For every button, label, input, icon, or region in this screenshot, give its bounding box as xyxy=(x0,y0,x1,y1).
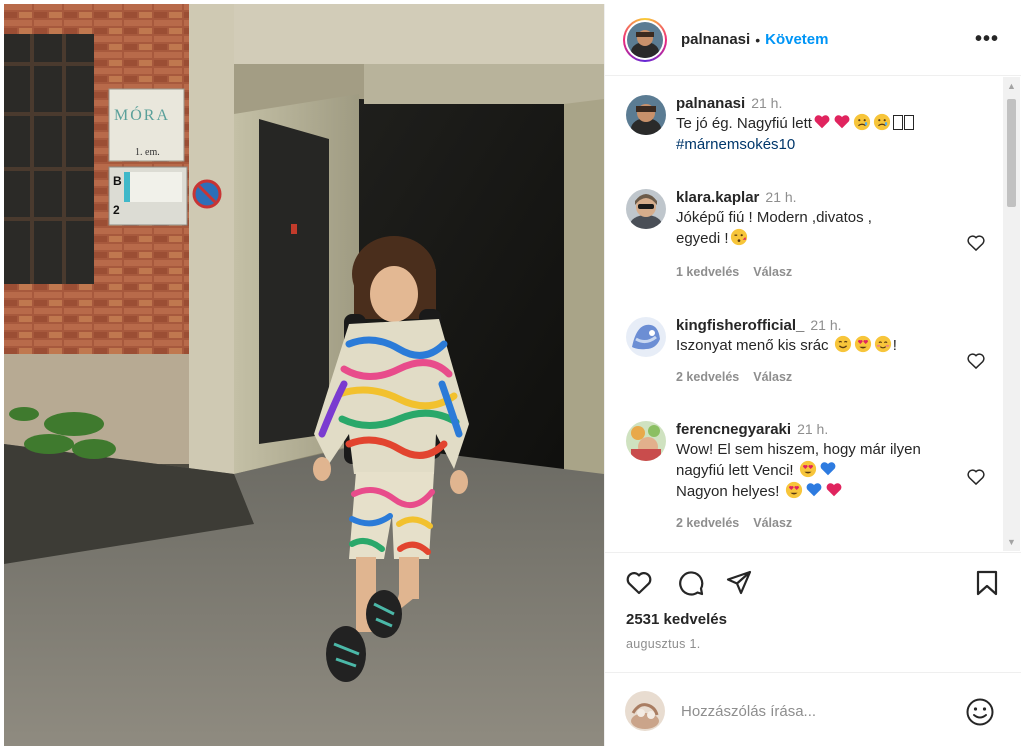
comment-likes[interactable]: 2 kedvelés xyxy=(676,370,739,384)
reply-button[interactable]: Válasz xyxy=(753,370,792,384)
unsupported-glyph xyxy=(903,115,914,130)
likes-count[interactable]: 2531 kedvelés xyxy=(626,611,727,628)
avatar[interactable] xyxy=(626,317,666,357)
blue-heart-icon xyxy=(820,462,836,476)
post-side-panel: palnanasi • Követem ••• palnanasi 21 h. xyxy=(604,4,1021,746)
red-heart-icon xyxy=(814,115,830,129)
red-heart-icon xyxy=(826,483,842,497)
post-modal: MÓRA 1. em. B 2 palnanasi • Követem ••• … xyxy=(0,0,1024,751)
comment-meta: 2 kedvelés Válasz xyxy=(676,370,986,384)
blush-face-icon xyxy=(874,335,891,353)
heart-icon[interactable] xyxy=(966,467,986,487)
heart-icon[interactable] xyxy=(625,569,653,597)
comments-scrollbar[interactable]: ▲ ▼ xyxy=(1003,77,1020,551)
comment-time[interactable]: 21 h. xyxy=(751,95,782,111)
add-comment-bar xyxy=(605,672,1021,746)
comment-time[interactable]: 21 h. xyxy=(797,421,828,437)
comments-list[interactable]: palnanasi 21 h. Te jó ég. Nagyfiú lett #m… xyxy=(605,77,1021,551)
heart-eyes-face-icon xyxy=(799,460,816,478)
kissing-face-icon xyxy=(730,228,747,246)
sign-floor: 1. em. xyxy=(135,147,160,158)
comment-suffix: ! xyxy=(892,337,897,354)
comment-username[interactable]: ferencnegyaraki xyxy=(676,421,791,438)
post-date[interactable]: augusztus 1. xyxy=(626,637,700,651)
more-options-icon[interactable]: ••• xyxy=(975,28,999,51)
comment-text-line: Iszonyat menő kis srác ! xyxy=(676,335,986,356)
sign-mora: MÓRA xyxy=(114,105,170,124)
avatar-image xyxy=(627,21,663,58)
sign-b: B xyxy=(113,174,122,188)
comment-item: klara.kaplar 21 h. Jóképű fiú ! Modern ,d… xyxy=(626,189,986,279)
comment-username[interactable]: kingfisherofficial_ xyxy=(676,317,804,334)
comment-text: Te jó ég. Nagyfiú lett xyxy=(676,115,812,132)
emoji-icon[interactable] xyxy=(965,697,995,727)
post-actions: 2531 kedvelés augusztus 1. xyxy=(605,552,1021,652)
sad-face-icon xyxy=(853,113,871,131)
heart-icon[interactable] xyxy=(966,351,986,371)
avatar[interactable] xyxy=(626,421,666,461)
sad-face-icon xyxy=(873,113,891,131)
comment-text-line: Te jó ég. Nagyfiú lett xyxy=(676,113,986,134)
post-photo[interactable]: MÓRA 1. em. B 2 xyxy=(4,4,604,746)
post-header: palnanasi • Követem ••• xyxy=(605,4,1021,76)
bookmark-icon[interactable] xyxy=(973,569,1001,597)
unsupported-glyph xyxy=(892,115,903,130)
reply-button[interactable]: Válasz xyxy=(753,516,792,530)
scroll-down-icon[interactable]: ▼ xyxy=(1007,537,1016,547)
avatar[interactable] xyxy=(626,95,666,135)
hashtag-link[interactable]: #márnemsokés10 xyxy=(676,134,986,155)
comment-text: Iszonyat menő kis srác xyxy=(676,337,829,354)
heart-eyes-face-icon xyxy=(854,335,871,353)
comment-text: Jóképű fiú ! Modern ,divatos , egyedi ! xyxy=(676,209,872,247)
comment-meta: 1 kedvelés Válasz xyxy=(676,265,986,279)
comment-input[interactable] xyxy=(681,699,941,723)
comment-likes[interactable]: 1 kedvelés xyxy=(676,265,739,279)
comment-text-2: Nagyon helyes! xyxy=(676,483,780,500)
comment-username[interactable]: klara.kaplar xyxy=(676,189,759,206)
share-icon[interactable] xyxy=(725,569,753,597)
heart-icon[interactable] xyxy=(966,233,986,253)
comment-username[interactable]: palnanasi xyxy=(676,95,745,112)
follow-button[interactable]: Követem xyxy=(765,31,828,48)
comment-meta: 2 kedvelés Válasz xyxy=(676,516,986,530)
comment-likes[interactable]: 2 kedvelés xyxy=(676,516,739,530)
sign-2: 2 xyxy=(113,203,120,217)
current-user-avatar xyxy=(625,691,665,731)
comment-time[interactable]: 21 h. xyxy=(810,317,841,333)
header-separator: • xyxy=(755,31,761,48)
red-heart-icon xyxy=(834,115,850,129)
smiling-face-icon xyxy=(834,335,851,353)
scroll-up-icon[interactable]: ▲ xyxy=(1007,81,1016,91)
author-avatar[interactable] xyxy=(623,17,667,62)
comment-item: kingfisherofficial_ 21 h. Iszonyat menő k… xyxy=(626,317,986,384)
comment-item: ferencnegyaraki 21 h. Wow! El sem hiszem,… xyxy=(626,421,986,530)
author-username[interactable]: palnanasi xyxy=(681,31,750,48)
boy-walking-photo: MÓRA 1. em. B 2 xyxy=(4,4,604,746)
caption-comment: palnanasi 21 h. Te jó ég. Nagyfiú lett #m… xyxy=(626,95,986,155)
comment-icon[interactable] xyxy=(677,569,705,597)
reply-button[interactable]: Válasz xyxy=(753,265,792,279)
scroll-thumb[interactable] xyxy=(1007,99,1016,207)
comment-text-line: Wow! El sem hiszem, hogy már ilyen nagyf… xyxy=(676,439,931,502)
blue-heart-icon xyxy=(806,483,822,497)
heart-eyes-face-icon xyxy=(785,481,802,499)
comment-text-line: Jóképű fiú ! Modern ,divatos , egyedi ! xyxy=(676,207,916,249)
comment-time[interactable]: 21 h. xyxy=(765,189,796,205)
avatar[interactable] xyxy=(626,189,666,229)
